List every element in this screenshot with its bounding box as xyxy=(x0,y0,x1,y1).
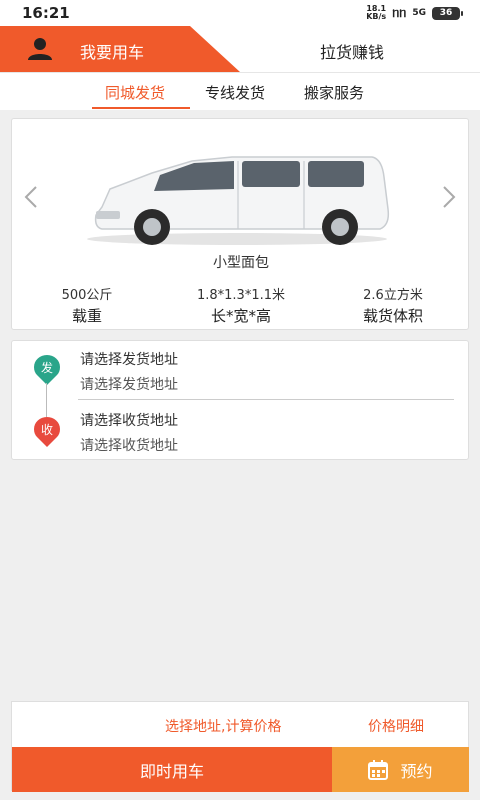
signal-icon: ᥒᥒ xyxy=(392,5,407,21)
receive-address-input[interactable]: 请选择收货地址 xyxy=(80,435,178,455)
vehicle-card: 小型面包 500公斤 载重 1.8*1.3*1.1米 长*宽*高 2.6立方米 … xyxy=(11,118,469,330)
spec-load: 500公斤 载重 xyxy=(22,284,152,326)
user-icon xyxy=(28,38,52,60)
price-hint: 选择地址,计算价格 xyxy=(165,719,282,735)
network-type: 5G xyxy=(412,8,426,18)
chevron-right-icon[interactable] xyxy=(440,185,458,209)
status-time: 16:21 xyxy=(22,4,70,22)
service-tabs: 同城发货 专线发货 搬家服务 xyxy=(0,72,480,110)
tab-moving-service[interactable]: 搬家服务 xyxy=(304,82,364,103)
spec-volume: 2.6立方米 载货体积 xyxy=(328,284,458,326)
spec-dimensions: 1.8*1.3*1.1米 长*宽*高 xyxy=(176,284,306,326)
tab-earn-money[interactable]: 拉货赚钱 xyxy=(320,39,384,63)
spec-dimensions-value: 1.8*1.3*1.1米 xyxy=(196,288,286,303)
send-address-title[interactable]: 请选择发货地址 xyxy=(80,349,178,369)
receive-address-title[interactable]: 请选择收货地址 xyxy=(80,410,178,430)
send-address-input[interactable]: 请选择发货地址 xyxy=(80,374,178,394)
vehicle-name: 小型面包 xyxy=(213,255,269,271)
spec-volume-value: 2.6立方米 xyxy=(363,288,423,303)
book-button[interactable]: 预约 xyxy=(332,747,469,792)
calendar-icon xyxy=(368,759,389,780)
battery-icon: 36 xyxy=(432,6,463,20)
receive-pin-icon: 收 xyxy=(34,417,60,447)
use-car-now-button[interactable]: 即时用车 xyxy=(12,747,332,792)
spec-dimensions-label: 长*宽*高 xyxy=(210,307,271,325)
receive-pin-label: 收 xyxy=(41,423,53,437)
send-pin-icon: 发 xyxy=(34,355,60,385)
active-tab-indicator xyxy=(92,107,190,109)
net-speed: 18.1 KB/s xyxy=(366,4,387,21)
use-car-now-label: 即时用车 xyxy=(139,763,204,781)
spec-load-label: 载重 xyxy=(71,307,102,325)
tab-same-city[interactable]: 同城发货 xyxy=(105,82,165,103)
spec-volume-label: 载货体积 xyxy=(362,307,423,325)
status-icons: 18.1 KB/s ᥒᥒ 5G 36 xyxy=(366,4,463,21)
pin-connector xyxy=(46,383,47,417)
send-pin-label: 发 xyxy=(41,360,53,375)
address-divider xyxy=(78,399,454,400)
top-nav: 我要用车 拉货赚钱 xyxy=(0,26,480,72)
book-label: 预约 xyxy=(400,763,433,781)
price-detail-link[interactable]: 价格明细 xyxy=(368,716,424,736)
chevron-left-icon[interactable] xyxy=(22,185,40,209)
van-image xyxy=(87,156,390,245)
bottom-panel: 选择地址,计算价格 价格明细 即时用车 预约 xyxy=(11,701,469,792)
tab-use-car-label[interactable]: 我要用车 xyxy=(80,39,144,63)
tab-dedicated-line[interactable]: 专线发货 xyxy=(205,82,265,103)
status-bar: 16:21 18.1 KB/s ᥒᥒ 5G 36 xyxy=(0,0,480,26)
spec-load-value: 500公斤 xyxy=(61,288,113,303)
address-card: 发 收 请选择发货地址 请选择发货地址 请选择收货地址 请选择收货地址 xyxy=(11,340,469,460)
